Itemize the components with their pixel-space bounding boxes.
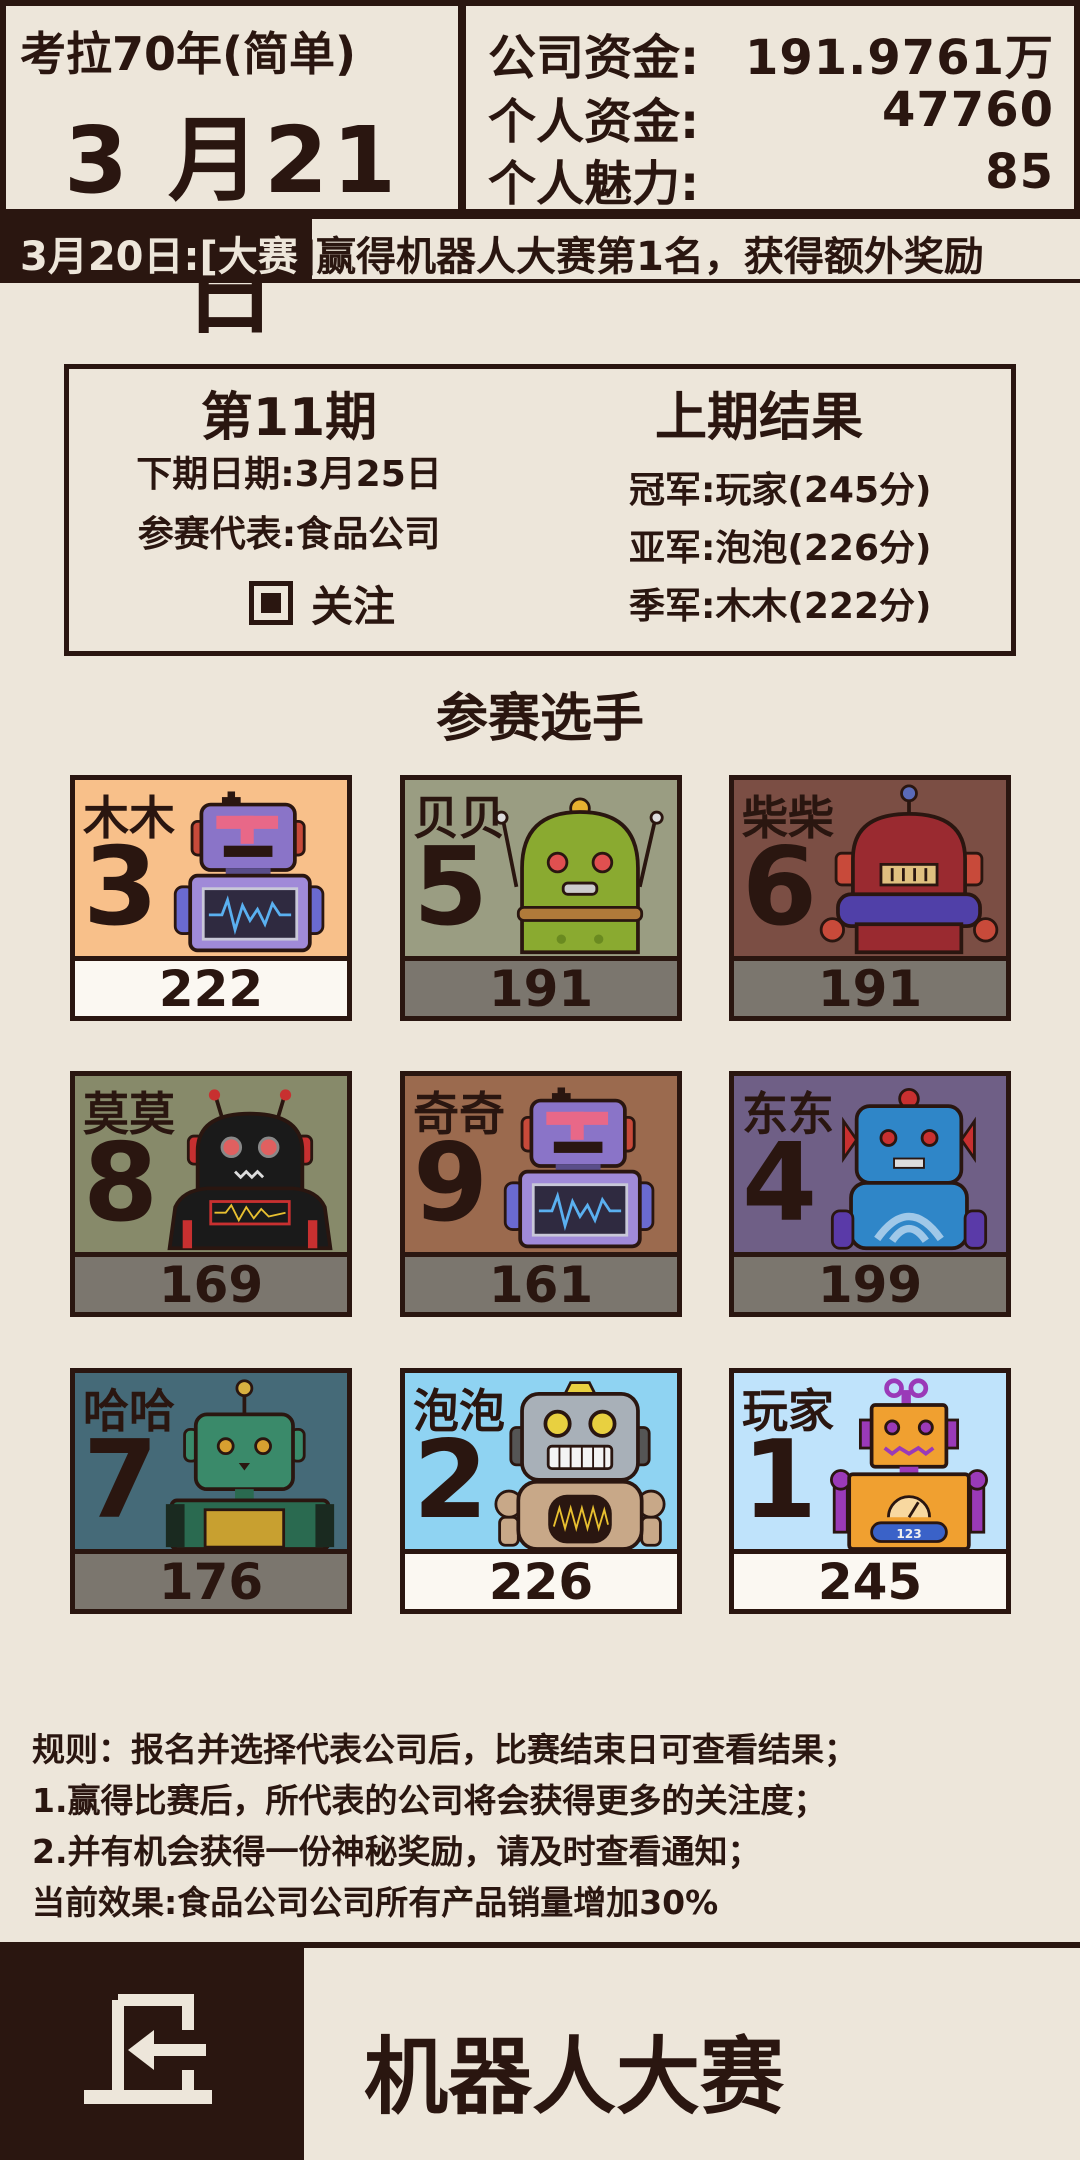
season-title: 第11期 <box>200 388 378 448</box>
player-card[interactable]: 木木 3 222 <box>70 775 352 1021</box>
checkbox-icon[interactable] <box>249 581 293 625</box>
funds-panel: 公司资金: 191.9761万 个人资金: 47760 个人魅力: 85 <box>466 6 1074 212</box>
footer-bar: 机器人大赛 <box>0 1942 1080 2160</box>
footer-title-panel: 机器人大赛 <box>304 1948 1080 2160</box>
follow-toggle[interactable]: 关注 <box>249 575 395 631</box>
player-score: 191 <box>405 956 677 1016</box>
runner-up-result: 亚军:泡泡(226分) <box>629 528 932 569</box>
player-score: 245 <box>734 1549 1006 1609</box>
season-panel: 第11期 下期日期:3月25日 参赛代表:食品公司 关注 上期结果 冠军:玩家(… <box>64 364 1016 656</box>
black-robot-icon <box>167 1089 333 1251</box>
player-card[interactable]: 柴柴 6 191 <box>729 775 1011 1021</box>
follow-label: 关注 <box>311 581 396 631</box>
players-heading: 参赛选手 <box>435 689 644 749</box>
player-rank: 5 <box>413 825 489 950</box>
player-rank: 9 <box>413 1121 489 1246</box>
news-ticker[interactable]: 3月20日:[大赛]赢得机器人大赛第1名，获得额外奖励 <box>0 215 1080 283</box>
last-result-title: 上期结果 <box>654 388 863 448</box>
blue-robot-icon <box>830 1087 988 1251</box>
personal-funds-label: 个人资金: <box>488 94 700 150</box>
player-score: 199 <box>734 1252 1006 1312</box>
company-funds-row: 公司资金: 191.9761万 <box>488 18 1054 86</box>
player-card[interactable]: 泡泡 2 226 <box>400 1368 682 1614</box>
company-funds-value: 191.9761万 <box>744 30 1054 86</box>
personal-funds-value: 47760 <box>882 82 1054 138</box>
player-score: 226 <box>405 1549 677 1609</box>
rules-text: 规则：报名并选择代表公司后，比赛结束日可查看结果； 1.赢得比赛后，所代表的公司… <box>32 1724 1052 1928</box>
player-score: 176 <box>75 1549 347 1609</box>
red-dome-robot-icon <box>819 784 999 955</box>
rule-line: 当前效果:食品公司公司所有产品销量增加30% <box>32 1883 719 1922</box>
player-score: 222 <box>75 956 347 1016</box>
ticker-date: 3月20日:[大赛 <box>20 234 298 280</box>
game-title: 考拉70年(简单) <box>20 27 357 81</box>
champion-result: 冠军:玩家(245分) <box>629 470 932 511</box>
date-panel: 考拉70年(简单) 3 月21 日 <box>6 6 458 347</box>
charm-label: 个人魅力: <box>488 156 700 212</box>
player-rank: 7 <box>83 1418 159 1543</box>
teal-robot-icon <box>165 1379 335 1549</box>
player-score: 191 <box>734 956 1006 1016</box>
player-rank: 2 <box>413 1418 489 1543</box>
player-rank: 6 <box>742 825 818 950</box>
player-card[interactable]: 哈哈 7 176 <box>70 1368 352 1614</box>
silver-robot-icon <box>494 1381 666 1549</box>
player-card[interactable]: 奇奇 9 161 <box>400 1071 682 1317</box>
company-funds-label: 公司资金: <box>488 30 700 86</box>
page-title: 机器人大赛 <box>364 2028 785 2126</box>
ticker-message: ]赢得机器人大赛第1名，获得额外奖励 <box>297 234 984 280</box>
charm-value: 85 <box>985 144 1054 200</box>
player-rank: 8 <box>83 1121 159 1246</box>
player-card[interactable]: 贝贝 5 191 <box>400 775 682 1021</box>
svg-text:123: 123 <box>896 1527 921 1541</box>
third-place-result: 季军:木木(222分) <box>629 586 932 627</box>
charm-row: 个人魅力: 85 <box>488 144 1054 212</box>
next-date: 下期日期:3月25日 <box>136 454 442 495</box>
purple-robot-icon <box>503 1087 655 1249</box>
back-button[interactable] <box>0 1942 302 2160</box>
player-rank: 1 <box>742 1418 818 1543</box>
orange-robot-icon: 123 <box>830 1378 988 1549</box>
green-dome-robot-icon <box>494 797 664 955</box>
player-rank: 3 <box>83 825 159 950</box>
status-header: 考拉70年(简单) 3 月21 日 公司资金: 191.9761万 个人资金: … <box>0 0 1080 347</box>
player-card[interactable]: 123 玩家 1 245 <box>729 1368 1011 1614</box>
rule-line: 规则：报名并选择代表公司后，比赛结束日可查看结果； <box>32 1730 857 1769</box>
back-exit-icon[interactable] <box>0 1942 302 2160</box>
player-score: 161 <box>405 1252 677 1312</box>
rule-line: 1.赢得比赛后，所代表的公司将会获得更多的关注度； <box>32 1781 827 1820</box>
player-score: 169 <box>75 1252 347 1312</box>
rule-line: 2.并有机会获得一份神秘奖励，请及时查看通知； <box>32 1832 761 1871</box>
player-rank: 4 <box>742 1121 818 1246</box>
personal-funds-row: 个人资金: 47760 <box>488 82 1054 150</box>
representative: 参赛代表:食品公司 <box>137 514 441 555</box>
purple-robot-icon <box>173 791 325 953</box>
player-card[interactable]: 莫莫 8 169 <box>70 1071 352 1317</box>
player-card[interactable]: 东东 4 199 <box>729 1071 1011 1317</box>
